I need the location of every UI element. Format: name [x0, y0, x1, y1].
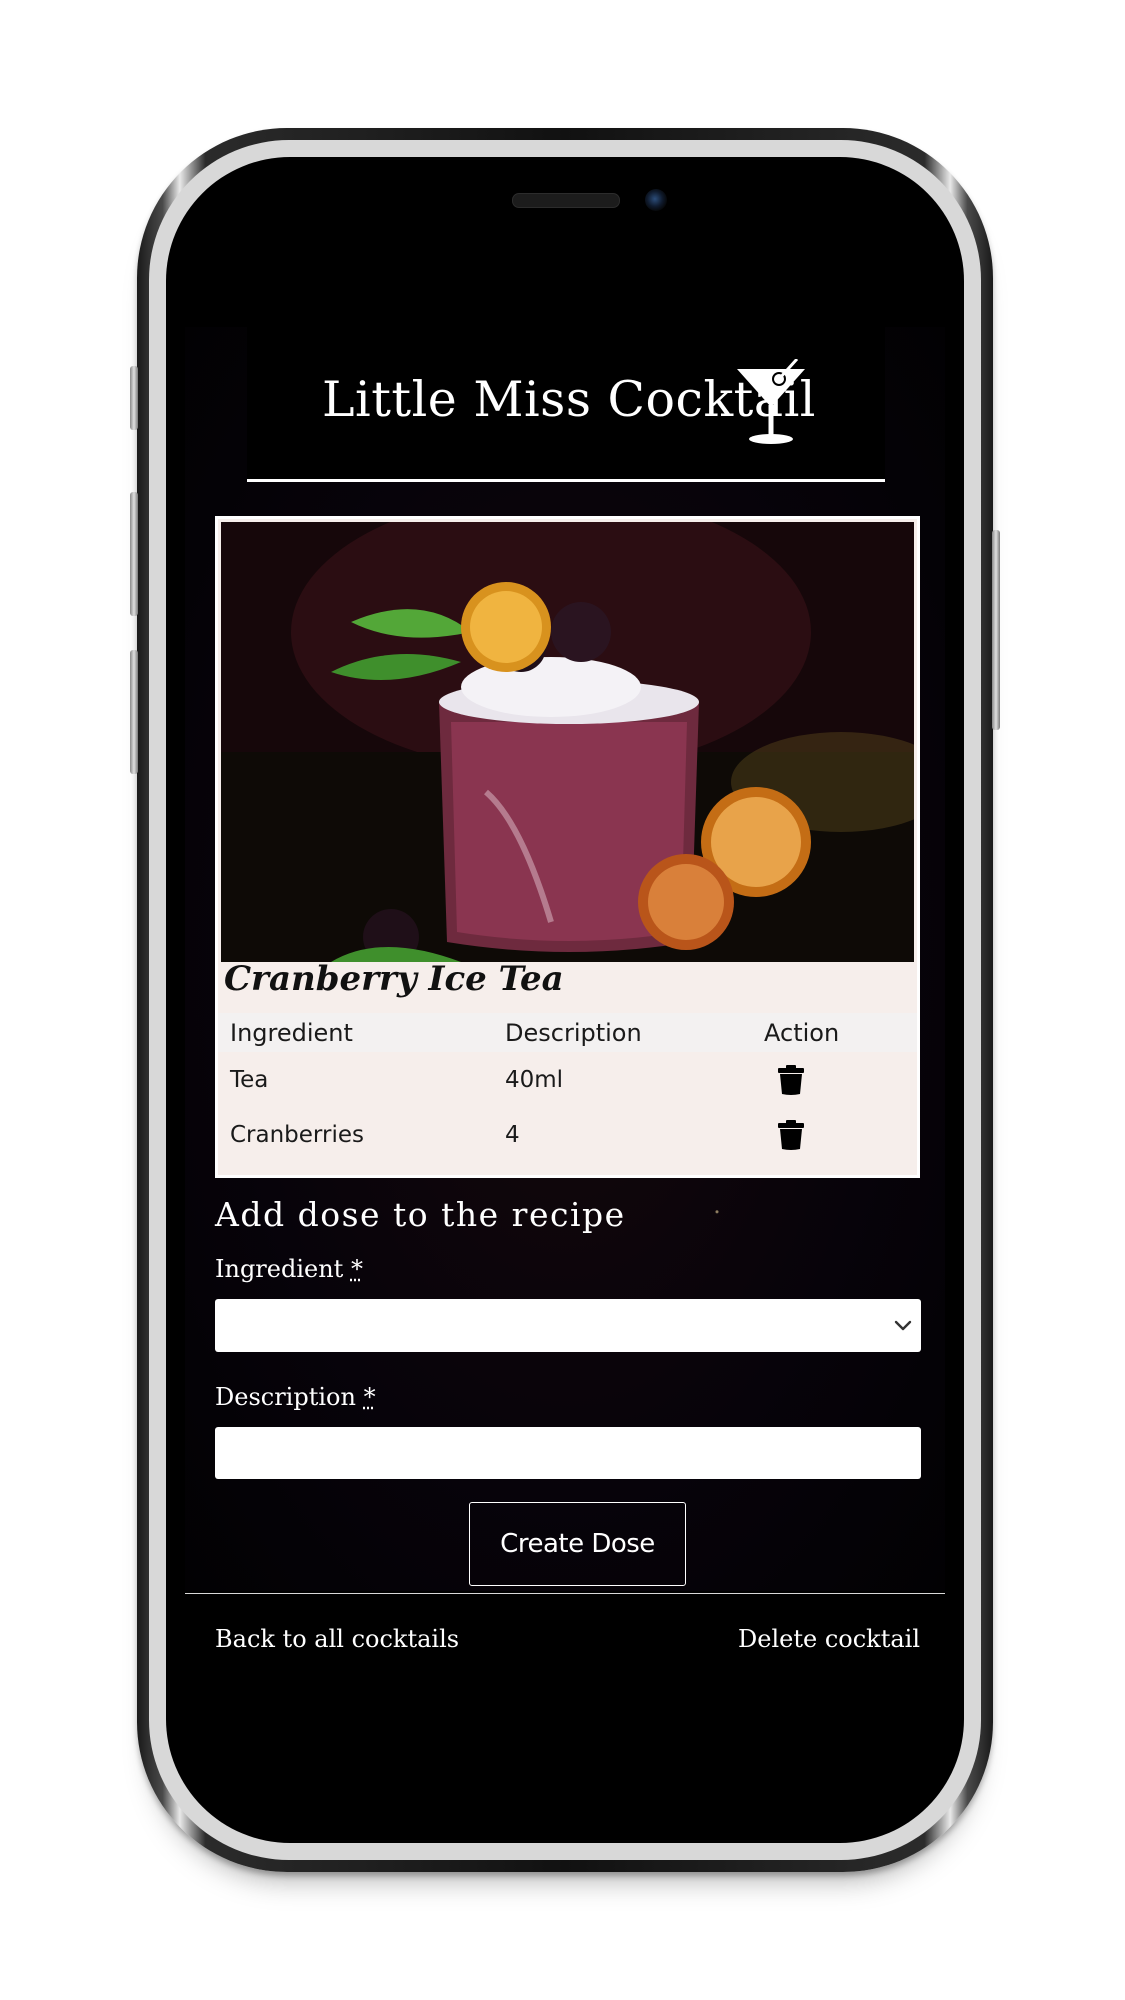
create-dose-button[interactable]: Create Dose — [469, 1502, 686, 1586]
phone-camera — [645, 189, 667, 211]
table-header-row: Ingredient Description Action — [218, 1013, 917, 1052]
header: Little Miss Cocktail — [247, 327, 885, 482]
cocktail-photo — [221, 522, 914, 962]
app-viewport: Little Miss Cocktail Cranberry Ice Tea I… — [185, 327, 945, 1591]
cocktail-card: Cranberry Ice Tea Ingredient Description… — [215, 516, 920, 1178]
delete-dose-button[interactable] — [752, 1052, 917, 1107]
ingredient-label: Ingredient * — [215, 1255, 363, 1283]
required-marker: * — [363, 1383, 376, 1411]
phone-volume-up-button — [130, 492, 138, 616]
trash-icon[interactable] — [778, 1064, 804, 1095]
dose-table: Ingredient Description Action Tea 40ml C… — [218, 1013, 917, 1162]
delete-dose-button[interactable] — [752, 1107, 917, 1162]
phone-power-button — [992, 530, 1000, 730]
chevron-down-icon[interactable] — [893, 1316, 913, 1336]
table-row: Tea 40ml — [218, 1052, 917, 1107]
phone-side-button — [130, 366, 138, 430]
trash-icon[interactable] — [778, 1119, 804, 1150]
description-label-text: Description — [215, 1383, 356, 1411]
footer-divider — [185, 1593, 945, 1594]
column-header-action: Action — [752, 1013, 917, 1052]
martini-glass-icon — [737, 359, 805, 444]
column-header-description: Description — [493, 1013, 752, 1052]
description-label: Description * — [215, 1383, 376, 1411]
cocktail-name: Cranberry Ice Tea — [224, 959, 564, 999]
ingredient-select[interactable] — [215, 1299, 921, 1352]
back-to-cocktails-link[interactable]: Back to all cocktails — [215, 1625, 459, 1653]
description-input[interactable] — [215, 1427, 921, 1479]
ingredient-label-text: Ingredient — [215, 1255, 344, 1283]
add-dose-heading: Add dose to the recipe — [215, 1195, 626, 1234]
column-header-ingredient: Ingredient — [218, 1013, 493, 1052]
dose-ingredient: Tea — [230, 1066, 269, 1093]
dose-description: 4 — [505, 1121, 520, 1148]
header-divider — [247, 479, 885, 482]
cocktail-photo-illustration — [221, 522, 914, 962]
delete-cocktail-link[interactable]: Delete cocktail — [738, 1625, 920, 1653]
phone-speaker — [512, 193, 620, 208]
dose-description: 40ml — [505, 1066, 564, 1093]
table-row: Cranberries 4 — [218, 1107, 917, 1162]
phone-volume-down-button — [130, 650, 138, 774]
dose-ingredient: Cranberries — [230, 1121, 364, 1148]
required-marker: * — [350, 1255, 363, 1283]
